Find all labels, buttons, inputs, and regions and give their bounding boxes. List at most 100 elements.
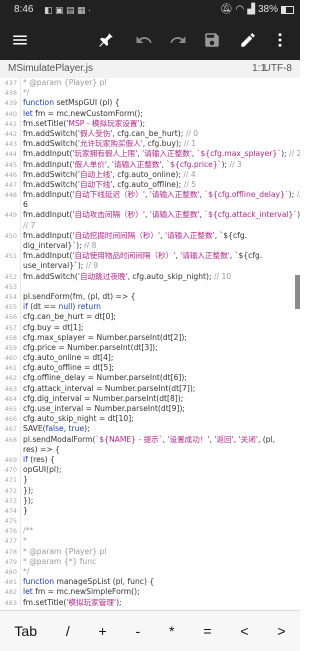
code-line[interactable]: 443 fm.addSwitch('允许玩家购买假人', cfg.buy); /… bbox=[0, 139, 300, 149]
pencil-icon[interactable] bbox=[236, 28, 260, 52]
key-button[interactable]: * bbox=[163, 623, 180, 639]
editor-scrollbar[interactable] bbox=[295, 275, 300, 309]
key-button[interactable]: Tab bbox=[8, 623, 43, 639]
code-line[interactable]: 471 } bbox=[0, 475, 300, 485]
code-line[interactable]: 462 cfg.offline_delay = Number.parseInt(… bbox=[0, 373, 300, 383]
more-vert-icon[interactable] bbox=[268, 28, 292, 52]
code-line[interactable]: dig_interval}`); // 8 bbox=[0, 241, 300, 251]
redo-icon[interactable] bbox=[166, 28, 190, 52]
code-line[interactable]: 446 fm.addSwitch('自动上线', cfg.auto_online… bbox=[0, 170, 300, 180]
line-number: 457 bbox=[4, 323, 17, 332]
code-text: if (dt == null) return bbox=[23, 302, 101, 312]
code-line[interactable]: 440 let fm = mc.newCustomForm(); bbox=[0, 109, 300, 119]
code-line[interactable]: 476 /** bbox=[0, 526, 300, 536]
key-button[interactable]: / bbox=[60, 623, 76, 639]
code-line[interactable]: 448 fm.addInput('自动下线延迟（秒）', '请输入正整数', `… bbox=[0, 190, 300, 200]
code-line[interactable]: 444 fm.addInput('玩家拥有假人上限', '请输入正整数', `$… bbox=[0, 149, 300, 159]
code-line[interactable]: 459 cfg.price = Number.parseInt(dt[3]); bbox=[0, 343, 300, 353]
line-number: 466 bbox=[4, 415, 17, 424]
line-number: 461 bbox=[4, 364, 17, 373]
code-editor[interactable]: 437 * @param {Player} pl 438 */439 functio… bbox=[0, 78, 300, 608]
code-line[interactable]: 483 fm.setTitle('模拟玩家管理'); bbox=[0, 598, 300, 608]
code-line[interactable]: use_interval}`); // 9 bbox=[0, 261, 300, 271]
pin-icon[interactable] bbox=[94, 28, 118, 52]
code-line[interactable]: 437 * @param {Player} pl bbox=[0, 78, 300, 88]
code-line[interactable]: 480 */ bbox=[0, 567, 300, 577]
line-number: 482 bbox=[4, 588, 17, 597]
code-line[interactable]: 451 fm.addInput('自动使用物品时间间隔（秒）', '请输入正整数… bbox=[0, 251, 300, 261]
code-line[interactable]: 438 */ bbox=[0, 88, 300, 98]
file-name[interactable]: MSimulatePlayer.js bbox=[8, 63, 93, 74]
code-line[interactable]: 470 opGUI(pl); bbox=[0, 465, 300, 475]
line-number: 474 bbox=[4, 506, 17, 515]
undo-icon[interactable] bbox=[132, 28, 156, 52]
key-button[interactable]: < bbox=[234, 623, 254, 639]
code-line[interactable]: 455 if (dt == null) return bbox=[0, 302, 300, 312]
code-line[interactable]: 442 fm.addSwitch('假人受伤', cfg.can_be_hurt… bbox=[0, 129, 300, 139]
code-line[interactable]: 474} bbox=[0, 506, 300, 516]
code-line[interactable]: 465 cfg.use_interval = Number.parseInt(d… bbox=[0, 404, 300, 414]
code-text: SAVE(false, true); bbox=[23, 424, 90, 434]
mute-icon: 🔕︎ bbox=[219, 4, 233, 15]
code-text: cfg.use_interval = Number.parseInt(dt[9]… bbox=[23, 404, 185, 413]
key-button[interactable]: + bbox=[93, 623, 113, 639]
code-line[interactable]: 452 fm.addSwitch('自动跳过夜晚', cfg.auto_skip… bbox=[0, 272, 300, 282]
line-number: 476 bbox=[4, 527, 17, 536]
code-text: let fm = mc.newCustomForm(); bbox=[23, 108, 143, 118]
save-icon[interactable] bbox=[200, 28, 224, 52]
code-line[interactable]: 6 bbox=[0, 200, 300, 210]
code-text: dig_interval}`); // 8 bbox=[23, 241, 97, 250]
code-text: let fm = mc.newSimpleForm(); bbox=[23, 587, 140, 597]
line-number: 472 bbox=[4, 486, 17, 495]
code-line[interactable]: 472 }); bbox=[0, 486, 300, 496]
code-line[interactable]: 458 cfg.max_splayer = Number.parseInt(dt… bbox=[0, 333, 300, 343]
line-number: 467 bbox=[4, 425, 17, 434]
code-text: * bbox=[23, 536, 27, 546]
code-line[interactable]: 481 function manageSpList (pl, func) { bbox=[0, 577, 300, 587]
code-text: if (res) { bbox=[23, 454, 55, 464]
code-line[interactable]: 469 if (res) { bbox=[0, 455, 300, 465]
line-number: 437 bbox=[4, 79, 17, 87]
key-button[interactable]: > bbox=[271, 623, 291, 639]
code-line[interactable]: 450 fm.addInput('自动挖掘时间间隔（秒）', '请输入正整数',… bbox=[0, 231, 300, 241]
code-line[interactable]: 461 cfg.auto_offline = dt[5]; bbox=[0, 363, 300, 373]
code-line[interactable]: 479 * @param {*} func bbox=[0, 557, 300, 567]
code-text: cfg.attack_interval = Number.parseInt(dt… bbox=[23, 383, 196, 393]
line-number: 438 bbox=[4, 89, 17, 98]
key-button[interactable]: - bbox=[130, 623, 147, 639]
file-encoding[interactable]: UTF-8 bbox=[264, 63, 292, 74]
code-line[interactable]: 449 fm.addInput('自动攻击间隔（秒）', '请输入正整数', `… bbox=[0, 210, 300, 220]
line-number: 444 bbox=[4, 150, 17, 159]
code-line[interactable]: 477 * bbox=[0, 536, 300, 546]
code-line[interactable]: res) => { bbox=[0, 445, 300, 455]
line-number: 453 bbox=[4, 282, 17, 291]
code-text: * @param {Player} pl bbox=[23, 78, 107, 87]
top-toolbar bbox=[0, 20, 300, 60]
code-line[interactable]: 460 cfg.auto_online = dt[4]; bbox=[0, 353, 300, 363]
key-button[interactable]: = bbox=[197, 623, 217, 639]
code-line[interactable]: 475 bbox=[0, 516, 300, 526]
code-line[interactable]: 478 * @param {Player} pl bbox=[0, 547, 300, 557]
code-line[interactable]: 464 cfg.dig_interval = Number.parseInt(d… bbox=[0, 394, 300, 404]
code-line[interactable]: 441 fm.setTitle('MSP - 模拟玩家设置'); bbox=[0, 119, 300, 129]
code-line[interactable]: 439 function setMspGUI (pl) { bbox=[0, 98, 300, 108]
code-line[interactable]: 468 pl.sendModalForm(`${NAME} - 提示`, '设置… bbox=[0, 435, 300, 445]
code-line[interactable]: 454 pl.sendForm(fm, (pl, dt) => { bbox=[0, 292, 300, 302]
code-line[interactable]: 445 fm.addInput('假人单价', '请输入正整数', `${cfg… bbox=[0, 160, 300, 170]
code-line[interactable]: // 7 bbox=[0, 221, 300, 231]
code-line[interactable]: 466 cfg.auto_skip_night = dt[10]; bbox=[0, 414, 300, 424]
code-line[interactable]: 473 }); bbox=[0, 496, 300, 506]
code-line[interactable]: 482 let fm = mc.newSimpleForm(); bbox=[0, 587, 300, 597]
line-number: 447 bbox=[4, 180, 17, 189]
code-text: fm.setTitle('MSP - 模拟玩家设置'); bbox=[23, 118, 146, 128]
line-number: 449 bbox=[4, 211, 17, 220]
code-text: fm.addSwitch('假人受伤', cfg.can_be_hurt); /… bbox=[23, 128, 199, 138]
code-line[interactable]: 463 cfg.attack_interval = Number.parseIn… bbox=[0, 384, 300, 394]
code-line[interactable]: 467 SAVE(false, true); bbox=[0, 424, 300, 434]
code-line[interactable]: 456 cfg.can_be_hurt = dt[0]; bbox=[0, 312, 300, 322]
code-line[interactable]: 457 cfg.buy = dt[1]; bbox=[0, 323, 300, 333]
menu-icon[interactable] bbox=[8, 28, 32, 52]
code-line[interactable]: 453 bbox=[0, 282, 300, 292]
code-line[interactable]: 447 fm.addSwitch('自动下线', cfg.auto_offlin… bbox=[0, 180, 300, 190]
line-number: 471 bbox=[4, 476, 17, 485]
